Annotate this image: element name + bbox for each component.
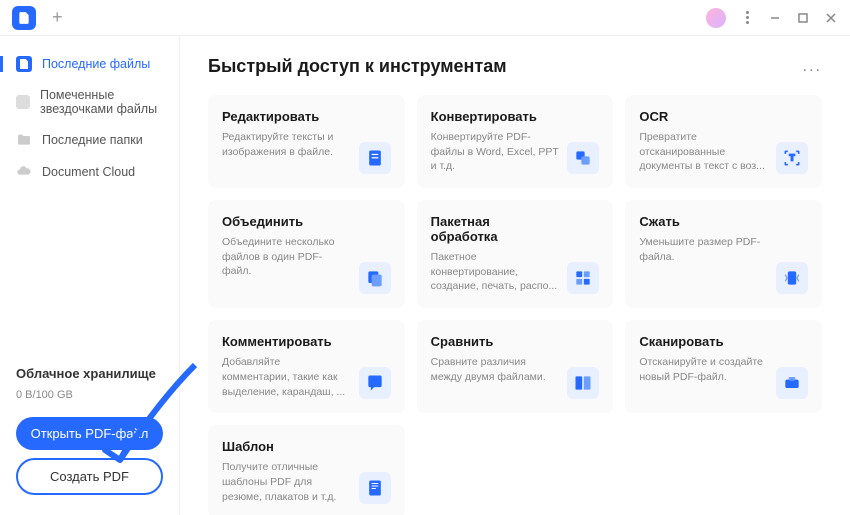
- titlebar: +: [0, 0, 850, 36]
- combine-icon: [359, 262, 391, 294]
- document-icon: [16, 56, 32, 72]
- close-icon[interactable]: [824, 11, 838, 25]
- cloud-icon: [16, 164, 32, 180]
- card-combine[interactable]: Объединить Объедините несколько файлов в …: [208, 200, 405, 308]
- card-desc: Сравните различия между двумя файлами.: [431, 355, 560, 384]
- card-batch[interactable]: Пакетная обработка Пакетное конвертирован…: [417, 200, 614, 308]
- sidebar-item-label: Последние папки: [42, 133, 143, 147]
- page-title: Быстрый доступ к инструментам: [208, 56, 507, 77]
- card-title: Шаблон: [222, 439, 351, 454]
- more-icon[interactable]: ...: [803, 58, 822, 76]
- card-title: Конвертировать: [431, 109, 560, 124]
- edit-icon: [359, 142, 391, 174]
- card-desc: Отсканируйте и создайте новый PDF-файл.: [639, 355, 768, 384]
- create-pdf-button[interactable]: Создать PDF: [16, 458, 163, 495]
- new-tab-button[interactable]: +: [48, 3, 67, 32]
- template-icon: [359, 472, 391, 504]
- sidebar-item-cloud[interactable]: Document Cloud: [0, 156, 179, 188]
- card-scan[interactable]: Сканировать Отсканируйте и создайте новый…: [625, 320, 822, 413]
- sidebar-item-label: Помеченные звездочками файлы: [40, 88, 163, 116]
- card-desc: Получите отличные шаблоны PDF для резюме…: [222, 460, 351, 504]
- card-title: Сжать: [639, 214, 768, 229]
- sidebar: Последние файлы Помеченные звездочками ф…: [0, 36, 180, 515]
- svg-text:T: T: [789, 153, 794, 163]
- ocr-icon: T: [776, 142, 808, 174]
- sidebar-item-label: Document Cloud: [42, 165, 135, 179]
- card-compress[interactable]: Сжать Уменьшите размер PDF-файла.: [625, 200, 822, 308]
- card-desc: Добавляйте комментарии, такие как выделе…: [222, 355, 351, 399]
- content: Быстрый доступ к инструментам ... Редакт…: [180, 36, 850, 515]
- convert-icon: [567, 142, 599, 174]
- card-desc: Уменьшите размер PDF-файла.: [639, 235, 768, 264]
- star-icon: [16, 95, 30, 109]
- batch-icon: [567, 262, 599, 294]
- card-desc: Превратите отсканированные документы в т…: [639, 130, 768, 174]
- scan-icon: [776, 367, 808, 399]
- card-title: OCR: [639, 109, 768, 124]
- storage-info: 0 B/100 GB: [16, 389, 163, 401]
- avatar-icon[interactable]: [706, 8, 726, 28]
- card-title: Сравнить: [431, 334, 560, 349]
- card-desc: Конвертируйте PDF-файлы в Word, Excel, P…: [431, 130, 560, 174]
- sidebar-item-label: Последние файлы: [42, 57, 150, 71]
- tools-grid: Редактировать Редактируйте тексты и изобр…: [208, 95, 822, 515]
- card-compare[interactable]: Сравнить Сравните различия между двумя фа…: [417, 320, 614, 413]
- card-edit[interactable]: Редактировать Редактируйте тексты и изобр…: [208, 95, 405, 188]
- app-logo-icon: [12, 6, 36, 30]
- card-title: Редактировать: [222, 109, 351, 124]
- storage-title: Облачное хранилище: [16, 366, 163, 381]
- card-desc: Редактируйте тексты и изображения в файл…: [222, 130, 351, 159]
- card-title: Сканировать: [639, 334, 768, 349]
- maximize-icon[interactable]: [796, 11, 810, 25]
- card-desc: Пакетное конвертирование, создание, печа…: [431, 250, 560, 294]
- card-convert[interactable]: Конвертировать Конвертируйте PDF-файлы в …: [417, 95, 614, 188]
- card-title: Пакетная обработка: [431, 214, 560, 244]
- menu-dots-icon[interactable]: [740, 11, 754, 25]
- sidebar-item-starred[interactable]: Помеченные звездочками файлы: [0, 80, 179, 124]
- card-comment[interactable]: Комментировать Добавляйте комментарии, та…: [208, 320, 405, 413]
- compress-icon: [776, 262, 808, 294]
- folder-icon: [16, 132, 32, 148]
- card-template[interactable]: Шаблон Получите отличные шаблоны PDF для …: [208, 425, 405, 515]
- comment-icon: [359, 367, 391, 399]
- compare-icon: [567, 367, 599, 399]
- card-title: Комментировать: [222, 334, 351, 349]
- open-pdf-button[interactable]: Открыть PDF-файл: [16, 417, 163, 450]
- minimize-icon[interactable]: [768, 11, 782, 25]
- sidebar-item-recent[interactable]: Последние файлы: [0, 48, 179, 80]
- card-desc: Объедините несколько файлов в один PDF-ф…: [222, 235, 351, 279]
- card-ocr[interactable]: OCR Превратите отсканированные документы …: [625, 95, 822, 188]
- sidebar-item-folders[interactable]: Последние папки: [0, 124, 179, 156]
- card-title: Объединить: [222, 214, 351, 229]
